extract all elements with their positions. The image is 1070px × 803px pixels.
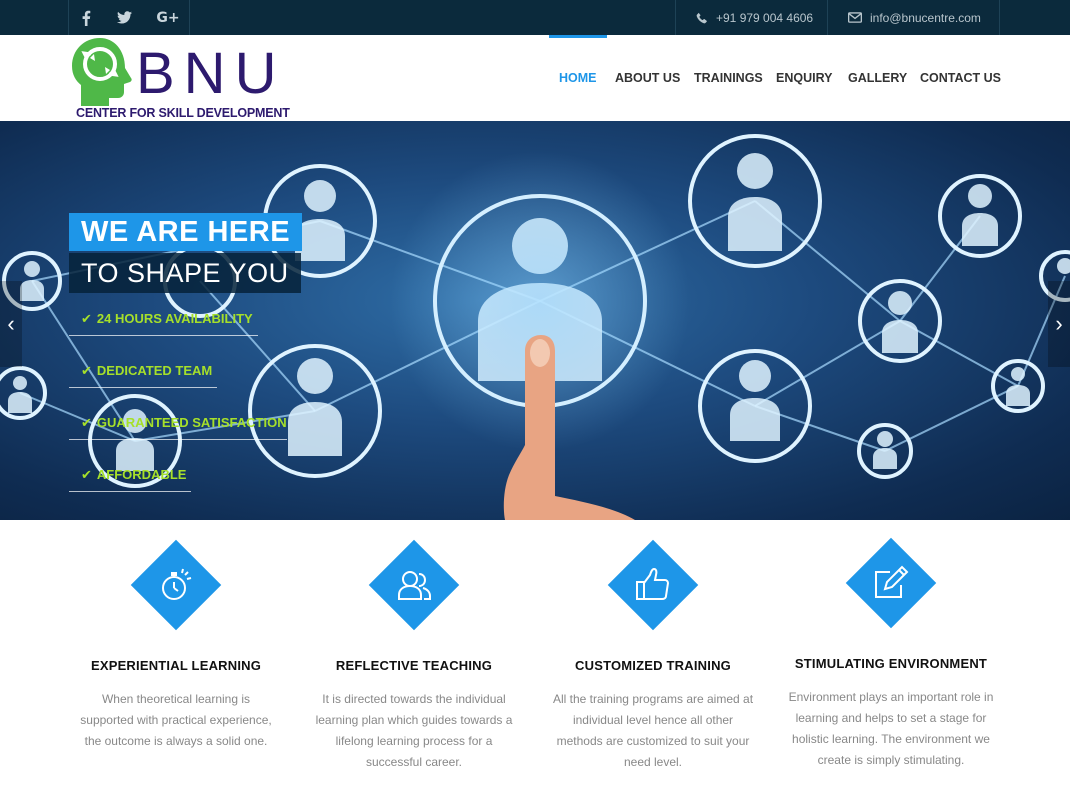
text-line: successful career. bbox=[365, 755, 463, 769]
stopwatch-icon bbox=[162, 568, 192, 600]
logo-subtitle: CENTER FOR SKILL DEVELOPMENT bbox=[76, 106, 290, 120]
text-line: When theoretical learning is bbox=[101, 692, 251, 706]
checkmark-icon: ✔ bbox=[81, 310, 92, 326]
text-line: individual level hence all other bbox=[572, 713, 734, 727]
text-line: All the training programs are aimed at bbox=[552, 692, 754, 706]
feature-label: 24 HOURS AVAILABILITY bbox=[96, 311, 253, 326]
text-line: Environment plays an important role in bbox=[788, 690, 994, 704]
email-contact[interactable]: info@bnucentre.com bbox=[848, 0, 981, 35]
nav-gallery[interactable]: GALLERY bbox=[848, 35, 907, 121]
text-line: holistic learning. The environment we bbox=[792, 732, 990, 746]
google-plus-icon[interactable]: G+ bbox=[148, 0, 188, 35]
card-title: CUSTOMIZED TRAINING bbox=[575, 658, 731, 673]
nav-label: ABOUT US bbox=[615, 71, 681, 85]
hero-feature-item: ✔ 24 HOURS AVAILABILITY bbox=[69, 302, 258, 336]
card-description: It is directed towards the individual le… bbox=[294, 689, 534, 773]
text-line: methods are customized to suit your bbox=[556, 734, 750, 748]
nav-trainings[interactable]: TRAININGS bbox=[694, 35, 763, 121]
card-title: EXPERIENTIAL LEARNING bbox=[90, 658, 262, 673]
phone-number: +91 979 004 4606 bbox=[716, 10, 814, 25]
envelope-icon bbox=[848, 12, 862, 23]
site-header: BNU CENTER FOR SKILL DEVELOPMENT HOME AB… bbox=[0, 35, 1070, 121]
card-description: All the training programs are aimed at i… bbox=[533, 689, 773, 773]
email-address: info@bnucentre.com bbox=[870, 10, 981, 25]
logo[interactable]: BNU CENTER FOR SKILL DEVELOPMENT bbox=[70, 36, 290, 120]
slider-prev-button[interactable]: ‹ bbox=[0, 281, 22, 367]
card-description: When theoretical learning is supported w… bbox=[56, 689, 296, 752]
divider bbox=[999, 0, 1000, 35]
top-bar: G+ +91 979 004 4606 info@bnucentre.com bbox=[0, 0, 1070, 35]
checkmark-icon: ✔ bbox=[81, 414, 92, 430]
text-line: need level. bbox=[623, 755, 683, 769]
logo-text: BNU bbox=[136, 41, 286, 106]
hero-feature-item: ✔ AFFORDABLE bbox=[69, 458, 191, 492]
nav-label: ENQUIRY bbox=[776, 71, 833, 85]
edit-icon bbox=[875, 565, 909, 598]
phone-contact[interactable]: +91 979 004 4606 bbox=[696, 0, 813, 35]
users-icon bbox=[398, 571, 431, 600]
divider bbox=[189, 0, 190, 35]
nav-label: GALLERY bbox=[848, 71, 908, 85]
checkmark-icon: ✔ bbox=[81, 362, 92, 378]
card-title: STIMULATING ENVIRONMENT bbox=[794, 656, 988, 671]
nav-home[interactable]: HOME bbox=[549, 35, 606, 121]
nav-label: TRAININGS bbox=[694, 71, 763, 85]
hero-slider: ‹ › WE ARE HERE TO SHAPE YOU ✔ 24 HOURS A… bbox=[0, 121, 1070, 520]
chevron-left-icon: ‹ bbox=[7, 311, 15, 336]
checkmark-icon: ✔ bbox=[81, 466, 92, 482]
thumbs-up-icon bbox=[636, 567, 670, 600]
nav-label: HOME bbox=[559, 71, 597, 85]
text-line: learning and helps to set a stage for bbox=[795, 711, 987, 725]
divider bbox=[827, 0, 828, 35]
facebook-icon[interactable] bbox=[66, 0, 106, 35]
text-line: supported with practical experience, bbox=[80, 713, 272, 727]
card-title: REFLECTIVE TEACHING bbox=[335, 658, 493, 673]
text-line: lifelong learning process for a bbox=[335, 734, 493, 748]
nav-about-us[interactable]: ABOUT US bbox=[615, 35, 680, 121]
nav-label: CONTACT US bbox=[920, 71, 1002, 85]
divider bbox=[675, 0, 676, 35]
head-logo-icon bbox=[72, 38, 132, 106]
text-line: create is simply stimulating. bbox=[817, 753, 965, 767]
hero-feature-item: ✔ GUARANTEED SATISFACTION bbox=[69, 406, 287, 440]
hero-headline-secondary: TO SHAPE YOU bbox=[69, 253, 301, 293]
card-description: Environment plays an important role in l… bbox=[771, 687, 1011, 771]
nav-enquiry[interactable]: ENQUIRY bbox=[776, 35, 833, 121]
hero-feature-item: ✔ DEDICATED TEAM bbox=[69, 354, 217, 388]
hero-headline-primary: WE ARE HERE bbox=[69, 213, 303, 251]
text-line: It is directed towards the individual bbox=[322, 692, 506, 706]
chevron-right-icon: › bbox=[1055, 311, 1063, 336]
phone-icon bbox=[696, 12, 707, 23]
nav-contact-us[interactable]: CONTACT US bbox=[920, 35, 1001, 121]
text-line: learning plan which guides towards a bbox=[315, 713, 513, 727]
slider-next-button[interactable]: › bbox=[1048, 281, 1070, 367]
text-line: the outcome is always a solid one. bbox=[84, 734, 268, 748]
feature-label: GUARANTEED SATISFACTION bbox=[96, 415, 287, 430]
twitter-icon[interactable] bbox=[104, 0, 144, 35]
feature-label: AFFORDABLE bbox=[96, 467, 187, 482]
feature-label: DEDICATED TEAM bbox=[96, 363, 213, 378]
